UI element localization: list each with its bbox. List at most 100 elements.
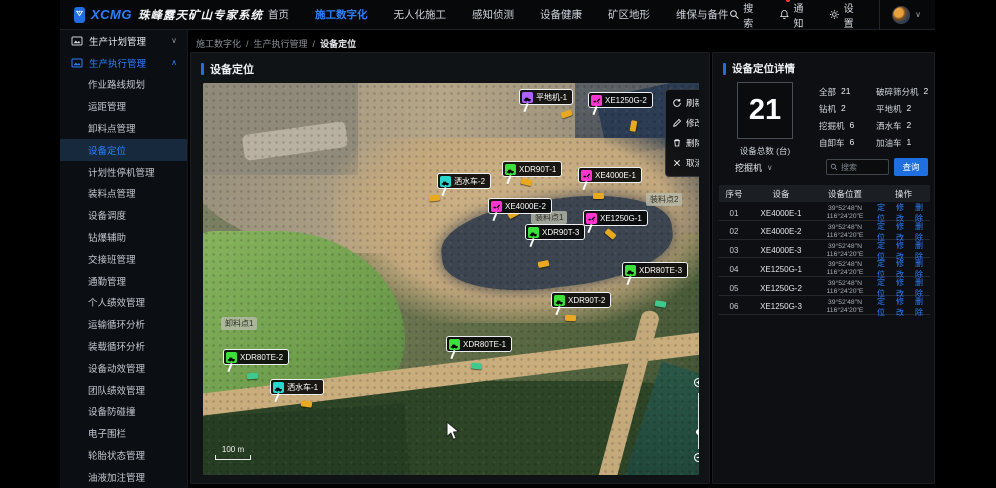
map-marker[interactable]: XDR80TE-2 — [223, 349, 289, 365]
vehicle-icon — [554, 295, 565, 306]
stat-item: 自卸车6 — [819, 137, 876, 149]
marker-label: XE1250G-2 — [605, 96, 647, 105]
query-button[interactable]: 查询 — [894, 158, 928, 176]
modify-link[interactable]: 修改 — [896, 296, 911, 318]
device-table: 01 XE4000E-1 39°52'48"N 116°24'20"E 定位 修… — [719, 202, 930, 315]
delete-link[interactable]: 删除 — [915, 296, 930, 318]
marker-label: XE1250G-1 — [600, 214, 642, 223]
vehicle-sprite — [471, 363, 482, 370]
sidebar-item[interactable]: 油液加注管理 — [60, 466, 187, 488]
modify-button[interactable]: 修改 — [666, 114, 699, 133]
table-row: 06 XE1250G-3 39°52'48"N 116°24'20"E 定位 修… — [719, 296, 930, 315]
vehicle-icon — [505, 164, 516, 175]
nav-item[interactable]: 矿区地形 — [608, 7, 650, 22]
map-marker[interactable]: 平地机-1 — [519, 89, 573, 105]
vehicle-sprite — [565, 315, 576, 321]
cancel-button[interactable]: 取消 — [666, 154, 699, 173]
sidebar-item[interactable]: 计划性停机管理 — [60, 161, 187, 183]
map-marker[interactable]: XE4000E-1 — [578, 167, 642, 183]
map-texture — [203, 83, 699, 475]
trash-icon — [672, 138, 682, 148]
marker-label: XDR80TE-3 — [639, 266, 682, 275]
sidebar-item[interactable]: 设备调度 — [60, 204, 187, 226]
brand: XCMG 珠峰露天矿山专家系统 — [60, 7, 256, 23]
zoom-slider-thumb[interactable] — [696, 429, 699, 435]
map-marker[interactable]: 洒水车-1 — [270, 379, 324, 395]
breadcrumb-current: 设备定位 — [320, 37, 356, 50]
vehicle-icon — [449, 339, 460, 350]
sidebar-item[interactable]: 团队绩效管理 — [60, 379, 187, 401]
map-marker[interactable]: XDR90T-3 — [525, 224, 585, 240]
total-count: 21 — [737, 82, 793, 139]
sidebar-item[interactable]: 电子围栏 — [60, 422, 187, 444]
sidebar-item[interactable]: 钻爆辅助 — [60, 226, 187, 248]
locate-link[interactable]: 定位 — [877, 296, 892, 318]
refresh-icon — [672, 98, 682, 108]
sidebar: 生产计划管理 ∨ 生产执行管理 ∧ 作业路线规划 — [60, 30, 188, 488]
sidebar-item[interactable]: 装料点管理 — [60, 183, 187, 205]
table-row: 04 XE1250G-1 39°52'48"N 116°24'20"E 定位 修… — [719, 258, 930, 277]
sidebar-item[interactable]: 个人绩效管理 — [60, 292, 187, 314]
settings-button[interactable]: 设置 — [829, 0, 863, 30]
table-row: 05 XE1250G-2 39°52'48"N 116°24'20"E 定位 修… — [719, 277, 930, 296]
map-marker[interactable]: 洒水车-2 — [437, 173, 491, 189]
sidebar-item[interactable]: 交接班管理 — [60, 248, 187, 270]
zoom-slider-track[interactable] — [698, 393, 699, 449]
nav-item[interactable]: 维保与备件 — [676, 7, 729, 22]
module-icon — [71, 35, 83, 47]
stat-item: 洒水车2 — [876, 120, 933, 132]
breadcrumb-item[interactable]: 施工数字化 — [196, 37, 241, 50]
sidebar-item[interactable]: 装载循环分析 — [60, 335, 187, 357]
map-marker[interactable]: XDR80TE-1 — [446, 336, 512, 352]
satellite-map[interactable]: 卸料点1 装料点2 装料点1 平地机-1 — [203, 83, 699, 475]
sidebar-item[interactable]: 运距管理 — [60, 95, 187, 117]
sidebar-item[interactable]: 设备定位 — [60, 139, 187, 161]
vehicle-icon — [226, 352, 237, 363]
nav-item[interactable]: 无人化施工 — [394, 7, 447, 22]
breadcrumb-item[interactable]: 生产执行管理 — [254, 37, 308, 50]
nav-item[interactable]: 感知侦测 — [472, 7, 514, 22]
sidebar-item[interactable]: 轮胎状态管理 — [60, 444, 187, 466]
map-toolbar: 刷新 修改 删除 取消 — [665, 89, 699, 177]
map-marker[interactable]: XE1250G-1 — [583, 210, 648, 226]
table-row: 03 XE4000E-3 39°52'48"N 116°24'20"E 定位 修… — [719, 240, 930, 259]
sidebar-item[interactable]: 生产执行管理 ∧ — [60, 52, 187, 74]
search-button[interactable]: 搜索 — [729, 0, 763, 30]
sidebar-item[interactable]: 作业路线规划 — [60, 74, 187, 96]
bell-icon — [779, 9, 790, 20]
map-zoom-control — [691, 377, 699, 473]
map-marker[interactable]: XDR90T-2 — [551, 292, 611, 308]
map-marker[interactable]: XDR90T-1 — [502, 161, 562, 177]
vehicle-icon — [273, 382, 284, 393]
sidebar-item[interactable]: 卸料点管理 — [60, 117, 187, 139]
map-marker[interactable]: XE1250G-2 — [588, 92, 653, 108]
sidebar-item[interactable]: 运输循环分析 — [60, 313, 187, 335]
sidebar-item[interactable]: 生产计划管理 ∨ — [60, 30, 187, 52]
device-detail-panel: 设备定位详情 21 设备总数 (台) 全部21 破碎筛分机2 钻机2 平地机2 — [712, 52, 935, 484]
map-marker[interactable]: XE4000E-2 — [488, 198, 552, 214]
zoom-out-button[interactable] — [693, 452, 700, 465]
search-input[interactable] — [841, 163, 885, 172]
pencil-icon — [672, 118, 682, 128]
marker-label: XE4000E-2 — [505, 202, 546, 211]
equipment-type-dropdown[interactable]: 挖掘机 ∨ — [735, 161, 773, 174]
sidebar-item[interactable]: 通勤管理 — [60, 270, 187, 292]
nav-item[interactable]: 施工数字化 — [315, 7, 368, 22]
stat-item: 全部21 — [819, 86, 876, 98]
sidebar-item[interactable]: 设备防碰撞 — [60, 401, 187, 423]
chevron-icon: ∨ — [171, 36, 177, 45]
zoom-in-button[interactable] — [693, 377, 700, 390]
vehicle-icon — [591, 95, 602, 106]
equipment-stats: 全部21 破碎筛分机2 钻机2 平地机2 挖掘机6 — [819, 86, 933, 149]
delete-button[interactable]: 删除 — [666, 134, 699, 153]
nav-item[interactable]: 首页 — [268, 7, 289, 22]
user-menu[interactable]: ∨ — [879, 0, 925, 30]
notification-button[interactable]: 通知 — [779, 0, 813, 30]
table-header: 序号 设备 设备位置 操作 — [719, 185, 930, 202]
map-marker[interactable]: XDR80TE-3 — [622, 262, 688, 278]
breadcrumb: 施工数字化/ 生产执行管理/ 设备定位 — [196, 37, 356, 50]
refresh-button[interactable]: 刷新 — [666, 94, 699, 113]
sidebar-item[interactable]: 设备动效管理 — [60, 357, 187, 379]
nav-item[interactable]: 设备健康 — [540, 7, 582, 22]
stat-item: 平地机2 — [876, 103, 933, 115]
